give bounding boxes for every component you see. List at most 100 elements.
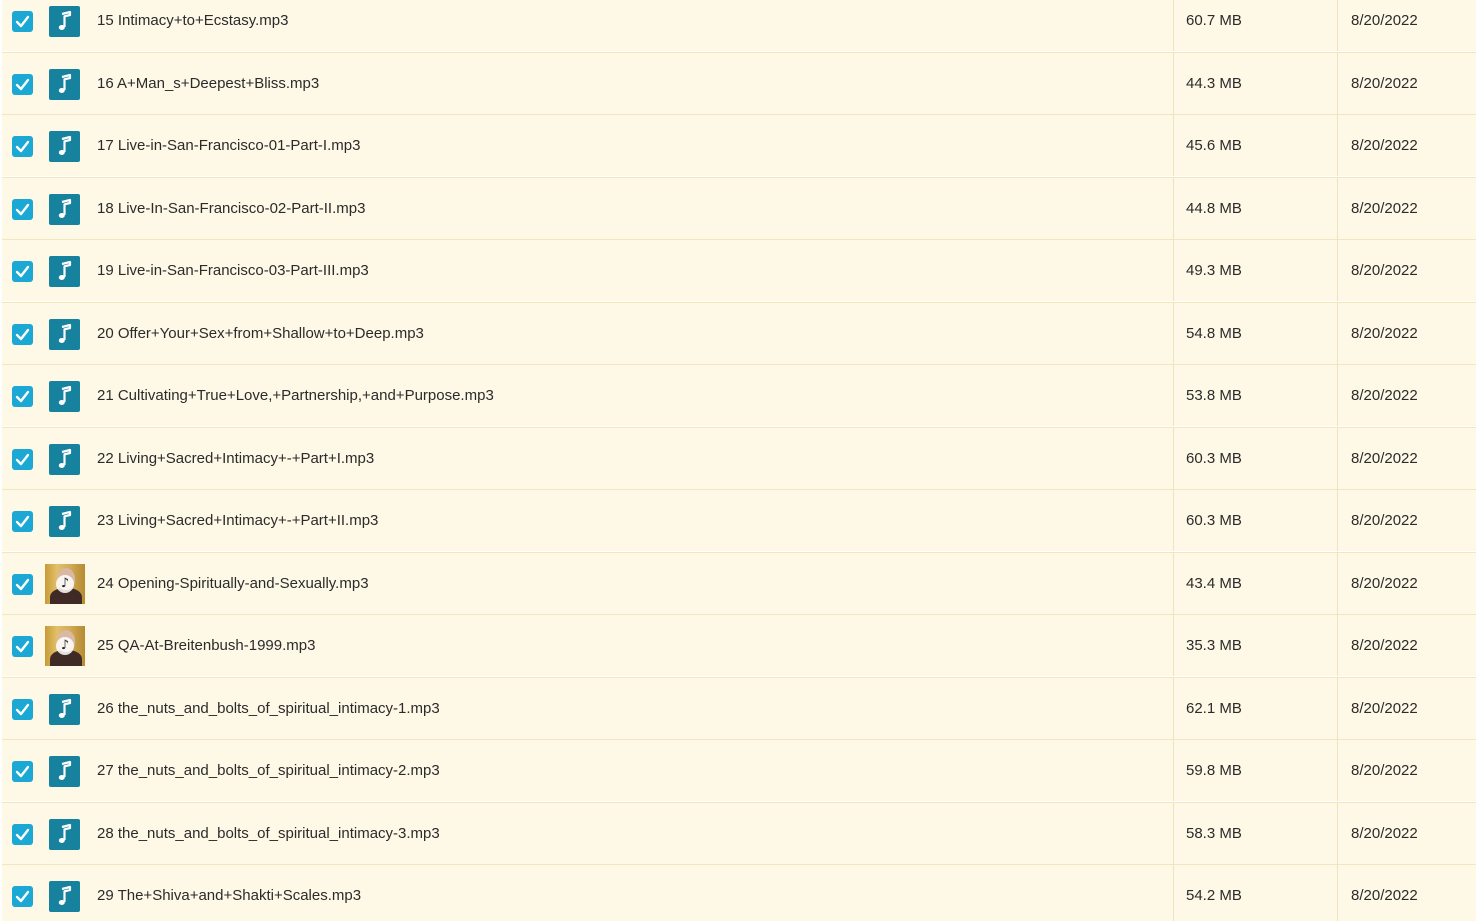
file-name[interactable]: 16 A+Man_s+Deepest+Bliss.mp3 [97,75,319,93]
file-size: 54.8 MB [1186,324,1242,342]
table-row[interactable]: 20 Offer+Your+Sex+from+Shallow+to+Deep.m… [2,302,1476,364]
table-row[interactable]: 16 A+Man_s+Deepest+Bliss.mp3 44.3 MB 8/20/… [2,52,1476,114]
row-checkbox[interactable] [12,698,33,720]
column-divider [1173,115,1174,176]
checkmark-icon [15,828,30,840]
file-name[interactable]: 25 QA-At-Breitenbush-1999.mp3 [97,637,315,655]
column-divider [1337,365,1338,426]
file-size: 35.3 MB [1186,636,1242,654]
column-divider [1173,678,1174,739]
file-size: 44.8 MB [1186,199,1242,217]
row-checkbox[interactable] [12,260,33,282]
music-note-icon [49,5,80,37]
file-date: 8/20/2022 [1351,511,1418,529]
column-divider [1173,303,1174,364]
file-name[interactable]: 26 the_nuts_and_bolts_of_spiritual_intim… [97,700,440,718]
column-divider [1337,865,1338,921]
table-row[interactable]: 28 the_nuts_and_bolts_of_spiritual_intim… [2,802,1476,864]
file-name[interactable]: 20 Offer+Your+Sex+from+Shallow+to+Deep.m… [97,325,424,343]
file-date: 8/20/2022 [1351,824,1418,842]
table-row[interactable]: 29 The+Shiva+and+Shakti+Scales.mp3 54.2 M… [2,864,1476,921]
table-row[interactable]: 21 Cultivating+True+Love,+Partnership,+a… [2,364,1476,426]
column-divider [1173,490,1174,551]
row-checkbox[interactable] [12,10,33,32]
row-checkbox[interactable] [12,135,33,157]
row-checkbox[interactable] [12,323,33,345]
file-size: 49.3 MB [1186,261,1242,279]
column-divider [1173,428,1174,489]
row-checkbox[interactable] [12,573,33,595]
file-size: 45.6 MB [1186,136,1242,154]
checkmark-icon [15,453,30,465]
album-art-thumbnail: ♪ [45,563,85,604]
file-size: 60.3 MB [1186,449,1242,467]
row-checkbox[interactable] [12,823,33,845]
table-row[interactable]: ♪ 24 Opening-Spiritually-and-Sexually.mp3… [2,552,1476,614]
column-divider [1173,740,1174,801]
checkmark-icon [15,78,30,90]
file-date: 8/20/2022 [1351,261,1418,279]
music-note-icon: ♪ [56,574,74,593]
file-size: 54.2 MB [1186,886,1242,904]
table-row[interactable]: 19 Live-in-San-Francisco-03-Part-III.mp3… [2,239,1476,301]
file-name[interactable]: 29 The+Shiva+and+Shakti+Scales.mp3 [97,887,361,905]
table-row[interactable]: 17 Live-in-San-Francisco-01-Part-I.mp3 45… [2,114,1476,176]
file-name[interactable]: 18 Live-In-San-Francisco-02-Part-II.mp3 [97,200,365,218]
music-note-icon [49,68,80,100]
table-row[interactable]: 22 Living+Sacred+Intimacy+-+Part+I.mp3 60… [2,427,1476,489]
file-name[interactable]: 23 Living+Sacred+Intimacy+-+Part+II.mp3 [97,512,378,530]
checkmark-icon [15,703,30,715]
row-checkbox[interactable] [12,198,33,220]
file-name[interactable]: 22 Living+Sacred+Intimacy+-+Part+I.mp3 [97,450,374,468]
file-name[interactable]: 24 Opening-Spiritually-and-Sexually.mp3 [97,575,369,593]
column-divider [1337,53,1338,114]
album-art-thumbnail: ♪ [45,625,85,666]
file-size: 60.7 MB [1186,11,1242,29]
column-divider [1173,240,1174,301]
music-note-icon [49,193,80,225]
row-checkbox[interactable] [12,760,33,782]
row-checkbox[interactable] [12,510,33,532]
music-note-icon [49,880,80,912]
row-checkbox[interactable] [12,448,33,470]
table-row[interactable]: ♪ 25 QA-At-Breitenbush-1999.mp3 35.3 MB 8/2… [2,614,1476,676]
file-name[interactable]: 15 Intimacy+to+Ecstasy.mp3 [97,12,288,30]
file-name[interactable]: 21 Cultivating+True+Love,+Partnership,+a… [97,387,494,405]
checkmark-icon [15,765,30,777]
file-date: 8/20/2022 [1351,136,1418,154]
file-date: 8/20/2022 [1351,386,1418,404]
row-checkbox[interactable] [12,885,33,907]
music-note-icon [49,130,80,162]
column-divider [1173,53,1174,114]
table-row[interactable]: 27 the_nuts_and_bolts_of_spiritual_intim… [2,739,1476,801]
checkmark-icon [15,578,30,590]
file-date: 8/20/2022 [1351,886,1418,904]
music-note-icon [49,505,80,537]
row-checkbox[interactable] [12,73,33,95]
music-note-icon [49,755,80,787]
file-date: 8/20/2022 [1351,636,1418,654]
file-date: 8/20/2022 [1351,699,1418,717]
file-name[interactable]: 28 the_nuts_and_bolts_of_spiritual_intim… [97,825,440,843]
table-row[interactable]: 18 Live-In-San-Francisco-02-Part-II.mp3 4… [2,177,1476,239]
file-size: 53.8 MB [1186,386,1242,404]
checkmark-icon [15,328,30,340]
table-row[interactable]: 23 Living+Sacred+Intimacy+-+Part+II.mp3 6… [2,489,1476,551]
table-row[interactable]: 26 the_nuts_and_bolts_of_spiritual_intim… [2,677,1476,739]
row-checkbox[interactable] [12,385,33,407]
checkmark-icon [15,203,30,215]
table-row[interactable]: 15 Intimacy+to+Ecstasy.mp3 60.7 MB 8/20/20… [2,0,1476,51]
file-date: 8/20/2022 [1351,324,1418,342]
file-name[interactable]: 19 Live-in-San-Francisco-03-Part-III.mp3 [97,262,369,280]
file-list: 15 Intimacy+to+Ecstasy.mp3 60.7 MB 8/20/20… [2,0,1476,921]
row-checkbox[interactable] [12,635,33,657]
file-date: 8/20/2022 [1351,199,1418,217]
column-divider [1337,303,1338,364]
column-divider [1173,178,1174,239]
column-divider [1173,803,1174,864]
file-name[interactable]: 27 the_nuts_and_bolts_of_spiritual_intim… [97,762,440,780]
file-name[interactable]: 17 Live-in-San-Francisco-01-Part-I.mp3 [97,137,360,155]
file-size: 43.4 MB [1186,574,1242,592]
file-date: 8/20/2022 [1351,574,1418,592]
file-size: 44.3 MB [1186,74,1242,92]
